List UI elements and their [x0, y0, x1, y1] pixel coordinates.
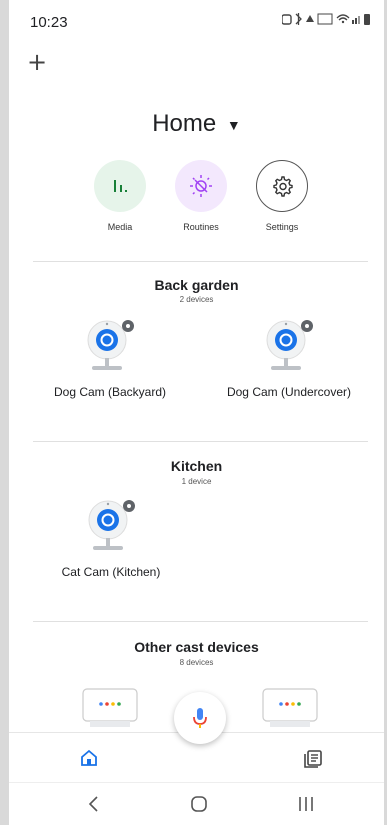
- recents-button[interactable]: [297, 795, 315, 818]
- device-label: Dog Cam (Backyard): [53, 385, 167, 399]
- home-selector[interactable]: Home ▼: [9, 110, 384, 138]
- camera-icon: [87, 320, 134, 370]
- device-label: Dog Cam (Undercover): [226, 385, 352, 399]
- shortcut-label: Routines: [183, 222, 219, 232]
- app-screen: 10:23 + Home ▼ Media Routines Settings B…: [9, 0, 384, 825]
- device-tile[interactable]: Dog Cam (Backyard): [30, 318, 190, 399]
- page-title: Home: [152, 110, 217, 137]
- status-icons: [281, 12, 372, 29]
- room-device-count: 8 devices: [179, 658, 214, 667]
- home-tab[interactable]: [80, 749, 98, 772]
- device-tile[interactable]: Dog Cam (Undercover): [209, 318, 369, 399]
- display-device-icon: [262, 688, 318, 727]
- room-title: Back garden: [154, 277, 239, 293]
- gear-icon: [256, 160, 308, 212]
- divider: [33, 621, 368, 622]
- room-device-count: 2 devices: [179, 295, 214, 304]
- home-circle-icon: [191, 796, 207, 812]
- shortcut-routines[interactable]: Routines: [166, 160, 236, 232]
- home-button[interactable]: [190, 795, 208, 818]
- recents-icon: [299, 797, 313, 811]
- back-button[interactable]: [87, 795, 101, 818]
- routines-icon: [175, 160, 227, 212]
- feed-icon: [304, 750, 322, 768]
- divider: [33, 261, 368, 262]
- shortcut-label: Media: [107, 222, 133, 232]
- shortcut-settings[interactable]: Settings: [247, 160, 317, 232]
- camera-icon: [266, 320, 313, 370]
- home-icon: [81, 749, 97, 766]
- shortcut-media[interactable]: Media: [85, 160, 155, 232]
- feed-tab[interactable]: [303, 749, 323, 774]
- caret-down-icon: ▼: [226, 116, 241, 133]
- room-title: Other cast devices: [134, 639, 259, 655]
- room-title: Kitchen: [170, 458, 223, 474]
- media-icon: [94, 160, 146, 212]
- mic-icon: [193, 708, 207, 728]
- status-time: 10:23: [30, 14, 68, 31]
- cast-device-tile[interactable]: [262, 688, 320, 737]
- status-indicators-icon: [281, 13, 370, 25]
- camera-icon: [88, 500, 135, 550]
- device-label: Cat Cam (Kitchen): [61, 565, 161, 579]
- back-icon: [88, 796, 98, 812]
- device-tile[interactable]: Cat Cam (Kitchen): [31, 498, 191, 579]
- system-navigation-bar: [9, 782, 384, 825]
- status-bar: 10:23: [9, 0, 384, 40]
- display-device-icon: [82, 688, 138, 727]
- divider: [33, 441, 368, 442]
- assistant-mic-button[interactable]: [174, 692, 226, 744]
- cast-device-tile[interactable]: [82, 688, 140, 737]
- room-device-count: 1 device: [181, 477, 212, 486]
- add-button[interactable]: +: [27, 50, 47, 74]
- shortcut-label: Settings: [265, 222, 299, 232]
